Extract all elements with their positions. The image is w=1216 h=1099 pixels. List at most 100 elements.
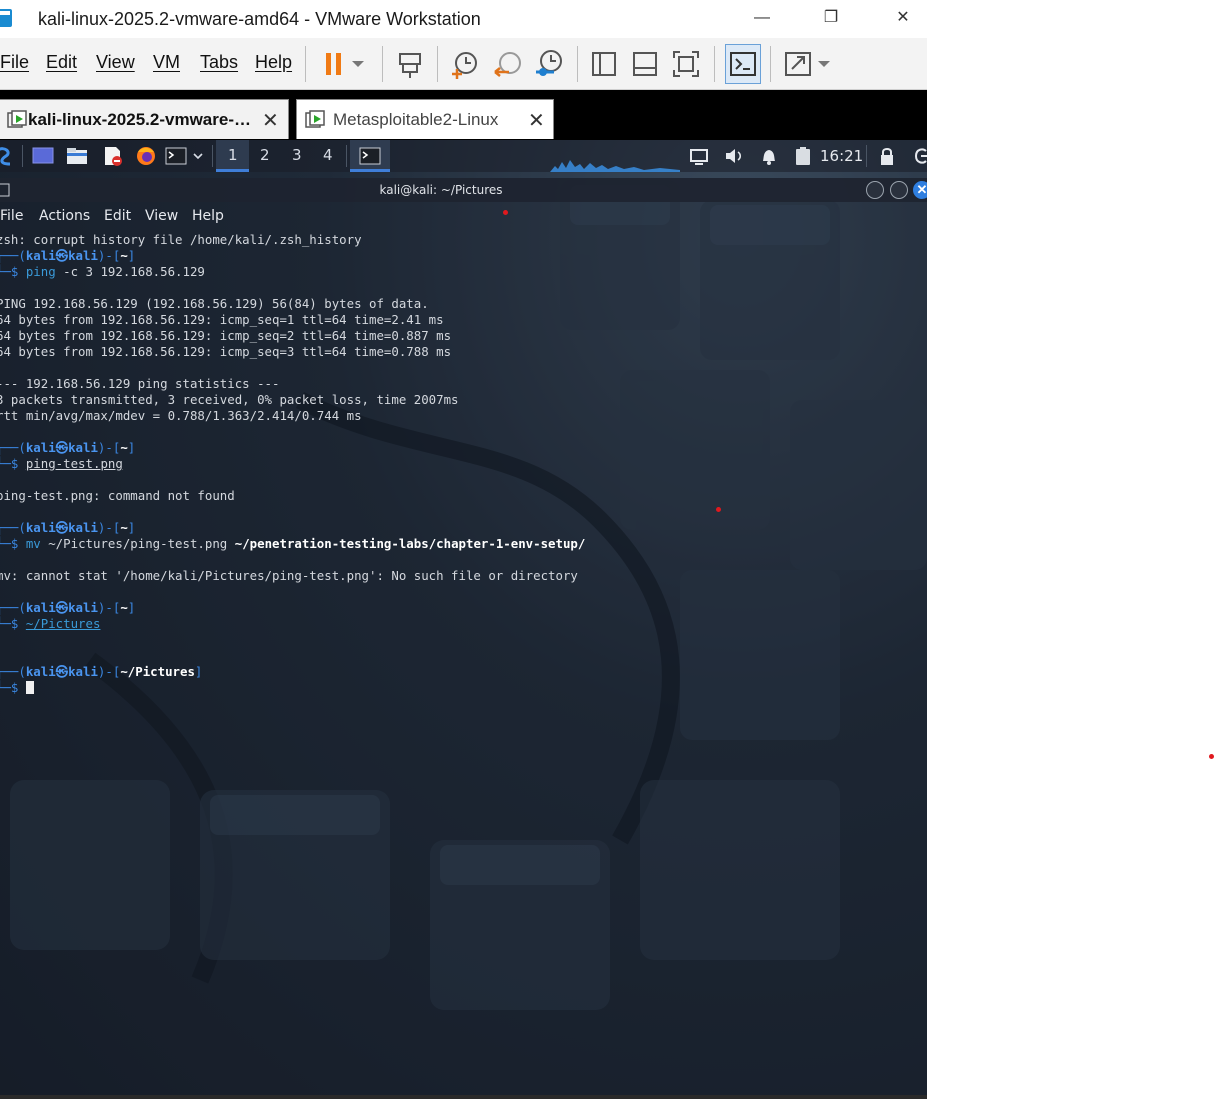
logout-icon[interactable] xyxy=(912,146,927,166)
prompt-line: ┌──(kali㉿kali)-[~] xyxy=(0,600,136,615)
task-indicator xyxy=(350,169,390,172)
maximize-window-button[interactable] xyxy=(890,181,908,199)
menu-edit[interactable]: Edit xyxy=(46,52,77,73)
restore-button[interactable]: ❐ xyxy=(817,6,845,30)
menu-help[interactable]: Help xyxy=(255,52,292,73)
toolbar-separator xyxy=(714,46,715,82)
toolbar-separator xyxy=(770,46,771,82)
unity-dropdown-icon[interactable] xyxy=(814,48,834,80)
lock-icon[interactable] xyxy=(876,146,898,166)
workspace-1[interactable]: 1 xyxy=(228,146,238,164)
panel-separator xyxy=(212,145,213,167)
library-icon[interactable] xyxy=(588,48,620,80)
close-tab-icon[interactable]: ✕ xyxy=(528,108,545,133)
fullscreen-icon[interactable] xyxy=(670,48,702,80)
output-line: ping-test.png: command not found xyxy=(0,488,235,503)
command-line[interactable]: └─$ xyxy=(0,680,34,696)
pause-icon[interactable] xyxy=(318,48,350,80)
vm-tabstrip: kali-linux-2025.2-vmware-… ✕ Metasploita… xyxy=(0,90,927,140)
task-terminal[interactable] xyxy=(350,140,390,172)
battery-icon[interactable] xyxy=(792,146,814,166)
output-line: 64 bytes from 192.168.56.129: icmp_seq=3… xyxy=(0,344,452,359)
vmware-app-icon xyxy=(0,9,12,27)
status-strip xyxy=(0,1095,927,1099)
red-dot-marker xyxy=(1209,754,1214,759)
output-line: zsh: corrupt history file /home/kali/.zs… xyxy=(0,232,362,247)
close-tab-icon[interactable]: ✕ xyxy=(262,108,279,133)
output-line: 3 packets transmitted, 3 received, 0% pa… xyxy=(0,392,459,407)
terminal-window[interactable]: kali@kali: ~/Pictures ✕ File Actions Edi… xyxy=(0,178,927,1095)
file-manager-icon[interactable] xyxy=(66,146,88,166)
text-cursor xyxy=(25,681,34,694)
menu-file[interactable]: File xyxy=(0,52,29,73)
vm-tab-metasploitable[interactable]: Metasploitable2-Linux ✕ xyxy=(296,99,554,139)
terminal-icon xyxy=(359,147,381,165)
display-icon[interactable] xyxy=(688,146,710,166)
panel-separator xyxy=(866,145,867,167)
output-line: --- 192.168.56.129 ping statistics --- xyxy=(0,376,280,391)
command-line: └─$ ping -c 3 192.168.56.129 xyxy=(0,264,205,279)
terminal-menu-edit[interactable]: Edit xyxy=(104,208,131,224)
terminal-menu-file[interactable]: File xyxy=(0,208,23,224)
prompt-line: ┌──(kali㉿kali)-[~] xyxy=(0,520,136,535)
menu-view[interactable]: View xyxy=(96,52,135,73)
terminal-menu-actions[interactable]: Actions xyxy=(39,208,90,224)
thumbnail-icon[interactable] xyxy=(629,48,661,80)
output-line: PING 192.168.56.129 (192.168.56.129) 56(… xyxy=(0,296,429,311)
toolbar-separator xyxy=(305,46,306,82)
vm-tab-kali[interactable]: kali-linux-2025.2-vmware-… ✕ xyxy=(0,99,289,139)
panel-separator xyxy=(346,145,347,167)
terminal-titlebar[interactable]: kali@kali: ~/Pictures ✕ xyxy=(0,178,927,202)
command-line: └─$ mv ~/Pictures/ping-test.png ~/penetr… xyxy=(0,536,586,551)
panel-separator xyxy=(22,145,23,167)
vm-tab-label: Metasploitable2-Linux xyxy=(333,110,499,129)
kali-menu-icon[interactable] xyxy=(0,146,14,166)
terminal-icon[interactable] xyxy=(165,146,187,166)
command-line: └─$ ping-test.png xyxy=(0,456,123,471)
text-editor-icon[interactable] xyxy=(102,146,124,166)
minimize-button[interactable]: — xyxy=(748,6,776,30)
terminal-title: kali@kali: ~/Pictures xyxy=(379,183,503,197)
notification-bell-icon[interactable] xyxy=(758,146,780,166)
workspace-2[interactable]: 2 xyxy=(260,146,270,164)
toolbar-separator xyxy=(437,46,438,82)
terminal-menubar: File Actions Edit View Help xyxy=(0,202,927,230)
workspace-indicator xyxy=(216,169,249,172)
output-line: mv: cannot stat '/home/kali/Pictures/pin… xyxy=(0,568,578,583)
revert-snapshot-icon[interactable] xyxy=(492,48,524,80)
send-keys-icon[interactable] xyxy=(394,48,426,80)
terminal-menu-help[interactable]: Help xyxy=(192,208,224,224)
close-window-button[interactable]: ✕ xyxy=(913,181,927,199)
workspace-4[interactable]: 4 xyxy=(323,146,333,164)
console-view-icon[interactable] xyxy=(725,44,761,84)
snapshot-icon[interactable] xyxy=(449,48,481,80)
command-line: └─$ ~/Pictures xyxy=(0,616,101,631)
terminal-menu-view[interactable]: View xyxy=(145,208,178,224)
guest-desktop[interactable]: 1 2 3 4 16:21 kali@kali: ~/Pictures ✕ Fi… xyxy=(0,140,927,1095)
output-line: 64 bytes from 192.168.56.129: icmp_seq=2… xyxy=(0,328,452,343)
prompt-line: ┌──(kali㉿kali)-[~/Pictures] xyxy=(0,664,203,679)
firefox-icon[interactable] xyxy=(135,146,157,166)
menu-vm[interactable]: VM xyxy=(153,52,180,73)
show-desktop-icon[interactable] xyxy=(32,146,54,166)
prompt-line: ┌──(kali㉿kali)-[~] xyxy=(0,440,136,455)
menu-tabs[interactable]: Tabs xyxy=(200,52,238,73)
red-dot-marker xyxy=(503,210,508,215)
minimize-window-button[interactable] xyxy=(866,181,884,199)
vmware-window: kali-linux-2025.2-vmware-amd64 - VMware … xyxy=(0,0,927,1099)
vm-running-icon xyxy=(305,110,325,128)
red-dot-marker xyxy=(716,507,721,512)
snapshot-manager-icon[interactable] xyxy=(533,48,565,80)
vm-running-icon xyxy=(7,110,27,128)
workspace-3[interactable]: 3 xyxy=(292,146,302,164)
close-button[interactable]: ✕ xyxy=(889,6,917,30)
panel-clock[interactable]: 16:21 xyxy=(820,147,863,165)
toolbar-separator xyxy=(382,46,383,82)
toolbar-separator xyxy=(577,46,578,82)
vmware-menubar: File Edit View VM Tabs Help xyxy=(0,38,927,90)
chevron-down-icon[interactable] xyxy=(192,146,204,166)
unity-icon[interactable] xyxy=(782,48,814,80)
output-line: 64 bytes from 192.168.56.129: icmp_seq=1… xyxy=(0,312,444,327)
volume-icon[interactable] xyxy=(723,146,745,166)
dropdown-icon[interactable] xyxy=(348,48,368,80)
